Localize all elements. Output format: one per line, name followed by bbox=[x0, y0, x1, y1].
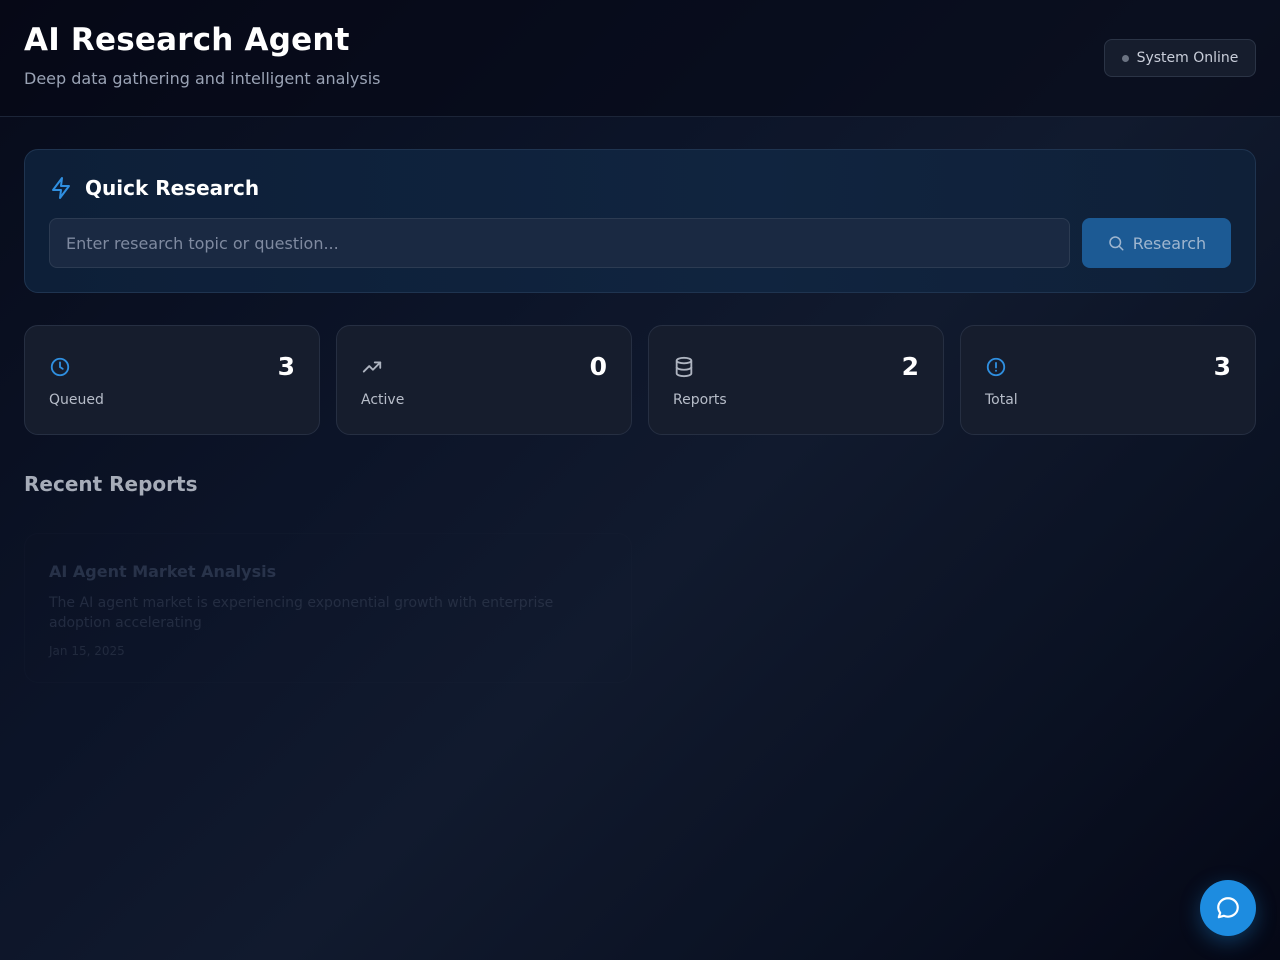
quick-research-header: Quick Research bbox=[49, 176, 259, 200]
stat-label: Active bbox=[361, 392, 405, 408]
report-description: The AI agent market is experiencing expo… bbox=[49, 595, 554, 631]
stat-value: 0 bbox=[589, 352, 607, 381]
stat-value: 3 bbox=[1213, 352, 1231, 381]
status-dot-icon bbox=[1121, 54, 1129, 62]
stat-label: Queued bbox=[49, 392, 104, 408]
chat-bubble-icon bbox=[1217, 897, 1239, 919]
page-subtitle: Deep data gathering and intelligent anal… bbox=[24, 69, 381, 88]
clock-icon bbox=[50, 357, 70, 377]
stat-label: Total bbox=[985, 392, 1018, 408]
stat-value: 3 bbox=[277, 352, 295, 381]
research-topic-input[interactable] bbox=[49, 218, 1070, 268]
report-card[interactable]: AI Agent Market Analysis The AI agent ma… bbox=[24, 533, 632, 683]
research-button-label: Research bbox=[1132, 233, 1207, 253]
lightning-icon bbox=[52, 177, 70, 199]
app-header: AI Research Agent Deep data gathering an… bbox=[0, 0, 1280, 117]
stat-card-total: 3 Total bbox=[960, 325, 1256, 435]
recent-reports-title: Recent Reports bbox=[24, 472, 198, 496]
search-icon bbox=[1109, 236, 1124, 251]
research-button[interactable]: Research bbox=[1082, 218, 1231, 268]
trending-up-icon bbox=[362, 361, 382, 373]
chat-button[interactable] bbox=[1200, 880, 1256, 936]
report-date: Jan 15, 2025 bbox=[49, 644, 125, 658]
report-title: AI Agent Market Analysis bbox=[49, 562, 277, 581]
stat-card-reports: 2 Reports bbox=[648, 325, 944, 435]
status-badge: System Online bbox=[1104, 39, 1256, 77]
status-label: System Online bbox=[1136, 50, 1239, 66]
stat-label: Reports bbox=[673, 392, 727, 408]
page-title: AI Research Agent bbox=[24, 22, 350, 58]
database-icon bbox=[675, 356, 693, 378]
quick-research-title: Quick Research bbox=[85, 176, 260, 200]
stat-card-queued: 3 Queued bbox=[24, 325, 320, 435]
stat-value: 2 bbox=[901, 352, 919, 381]
quick-research-panel: Quick Research Research bbox=[24, 149, 1256, 293]
stat-card-active: 0 Active bbox=[336, 325, 632, 435]
alert-circle-icon bbox=[986, 357, 1006, 377]
